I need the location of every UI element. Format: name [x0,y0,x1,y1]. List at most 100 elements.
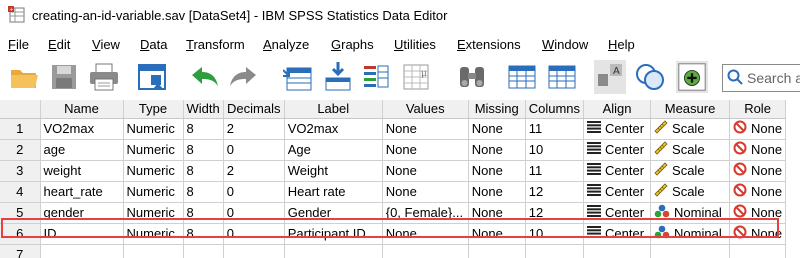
goto-case-icon[interactable] [282,60,314,94]
row-number[interactable]: 5 [0,202,41,224]
table-row[interactable]: 5 gender Numeric 8 0 Gender {0, Female}... None… [0,202,787,224]
print-icon[interactable] [88,60,120,94]
cell-measure[interactable]: Scale [650,181,731,203]
table-row[interactable]: 4 heart_rate Numeric 8 0 Heart rate None None 12… [0,181,787,203]
cell-decimals[interactable]: 0 [223,223,285,245]
header-role[interactable]: Role [729,100,787,119]
menu-utilities[interactable]: Utilities [394,37,436,52]
variables-icon[interactable] [360,60,392,94]
corner-cell[interactable] [0,100,41,119]
menu-analyze[interactable]: Analyze [263,37,309,52]
search-box[interactable] [722,64,800,92]
cell-align[interactable]: Center [583,139,652,161]
cell-missing[interactable]: None [468,160,526,182]
cell-type[interactable]: Numeric [123,139,184,161]
cell-width[interactable]: 8 [183,139,224,161]
cell-type[interactable]: Numeric [123,223,184,245]
cell-width[interactable]: 8 [183,223,224,245]
table-row[interactable]: 3 weight Numeric 8 2 Weight None None 11 Center Sc… [0,160,787,182]
cell-decimals[interactable]: 2 [223,118,285,140]
cell-decimals[interactable]: 0 [223,202,285,224]
cell-name[interactable]: ID [40,223,124,245]
save-icon[interactable] [48,60,80,94]
cell-label[interactable]: Heart rate [284,181,383,203]
row-number[interactable]: 3 [0,160,41,182]
cell-measure[interactable]: Scale [650,160,731,182]
cell-align[interactable]: Center [583,118,652,140]
row-number[interactable]: 7 [0,244,41,258]
cell-type[interactable]: Numeric [123,202,184,224]
menu-help[interactable]: Help [608,37,635,52]
cell-missing[interactable]: None [468,223,526,245]
cell-label[interactable]: Participant ID [284,223,383,245]
cell-width[interactable]: 8 [183,181,224,203]
cell-type[interactable]: Numeric [123,160,184,182]
search-input[interactable] [747,70,800,86]
cell-columns[interactable]: 11 [525,160,585,182]
cell-name[interactable]: VO2max [40,118,124,140]
cell-role[interactable]: None [729,181,787,203]
header-values[interactable]: Values [382,100,469,119]
cell-measure[interactable] [650,244,731,258]
header-type[interactable]: Type [123,100,184,119]
cell-values[interactable]: None [382,160,469,182]
cell-values[interactable]: None [382,181,469,203]
table-row[interactable]: 2 age Numeric 8 0 Age None None 10 Center Scale Non… [0,139,787,161]
header-name[interactable]: Name [40,100,124,119]
header-missing[interactable]: Missing [468,100,526,119]
cell-values[interactable]: None [382,118,469,140]
cell-align[interactable]: Center [583,202,652,224]
table-row[interactable]: 6 ID Numeric 8 0 Participant ID None None 10 Cent… [0,223,787,245]
cell-columns[interactable]: 11 [525,118,585,140]
cell-columns[interactable] [525,244,585,258]
cell-role[interactable]: None [729,202,787,224]
cell-align[interactable]: Center [583,223,652,245]
find-icon[interactable] [456,60,488,94]
cell-name[interactable]: weight [40,160,124,182]
value-labels-icon[interactable] [634,60,666,94]
cell-missing[interactable]: None [468,202,526,224]
open-folder-icon[interactable] [8,60,40,94]
cell-align[interactable]: Center [583,181,652,203]
cell-columns[interactable]: 12 [525,202,585,224]
use-sets-icon[interactable] [676,60,708,94]
cell-missing[interactable]: None [468,118,526,140]
cell-type[interactable] [123,244,184,258]
goto-variable-icon[interactable] [322,60,354,94]
table-row[interactable]: 7 [0,244,787,258]
cell-width[interactable]: 8 [183,118,224,140]
cell-values[interactable]: None [382,223,469,245]
insert-cases-icon[interactable] [506,60,538,94]
menu-data[interactable]: Data [140,37,167,52]
cell-label[interactable] [284,244,383,258]
cell-values[interactable] [382,244,469,258]
cell-label[interactable]: Gender [284,202,383,224]
cell-measure[interactable]: Scale [650,118,731,140]
cell-width[interactable] [183,244,224,258]
spss-app-icon[interactable]: + [8,6,26,24]
cell-role[interactable]: None [729,223,787,245]
insert-variable-icon[interactable] [546,60,578,94]
cell-values[interactable]: None [382,139,469,161]
menu-file[interactable]: File [8,37,29,52]
table-row[interactable]: 1 VO2max Numeric 8 2 VO2max None None 11 Center Sc… [0,118,787,140]
cell-role[interactable] [729,244,787,258]
header-width[interactable]: Width [183,100,224,119]
dialog-recall-icon[interactable] [136,60,168,94]
row-number[interactable]: 6 [0,223,41,245]
header-decimals[interactable]: Decimals [223,100,285,119]
header-columns[interactable]: Columns [525,100,585,119]
cell-role[interactable]: None [729,160,787,182]
split-file-icon[interactable]: A [594,60,626,94]
run-descriptives-icon[interactable]: μ [400,60,432,94]
cell-role[interactable]: None [729,139,787,161]
cell-width[interactable]: 8 [183,202,224,224]
header-align[interactable]: Align [583,100,652,119]
cell-type[interactable]: Numeric [123,181,184,203]
cell-name[interactable]: heart_rate [40,181,124,203]
header-measure[interactable]: Measure [650,100,731,119]
cell-missing[interactable]: None [468,181,526,203]
row-number[interactable]: 2 [0,139,41,161]
cell-decimals[interactable]: 2 [223,160,285,182]
cell-align[interactable] [583,244,652,258]
